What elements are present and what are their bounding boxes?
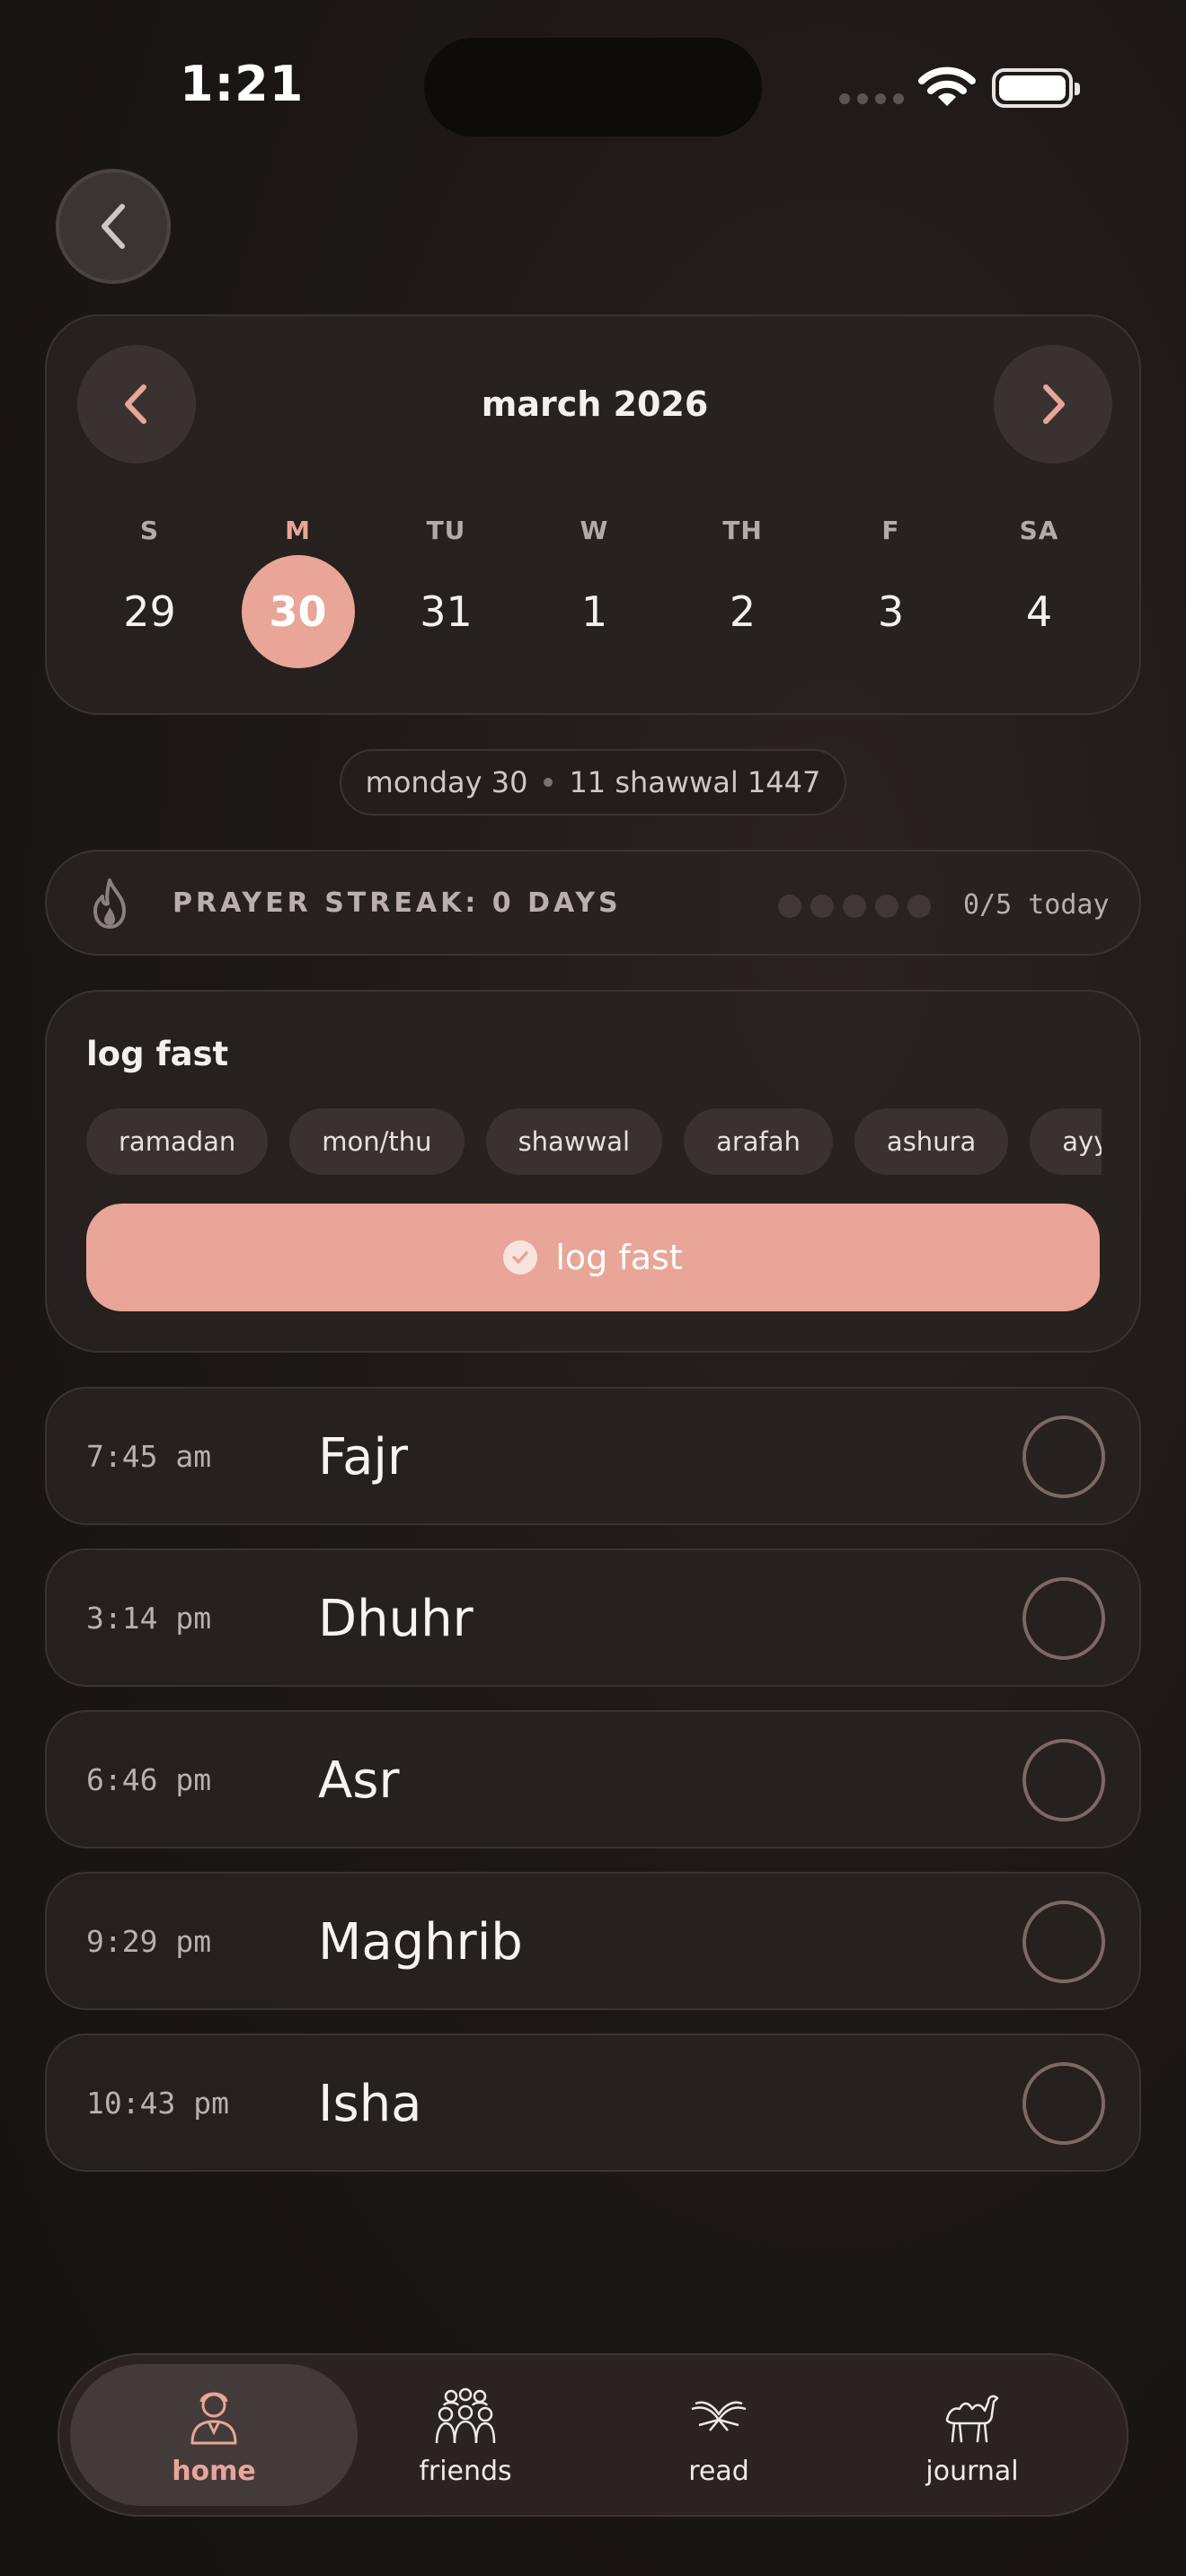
date-cell-selected[interactable]: 30	[224, 555, 372, 668]
weekday-row: S M TU W TH F SA	[47, 516, 1143, 545]
back-button[interactable]	[56, 169, 171, 284]
tab-friends[interactable]: friends	[322, 2364, 609, 2506]
prayer-time: 10:43 pm	[86, 2086, 229, 2121]
streak-count: 0/5 today	[963, 889, 1110, 921]
date-cell[interactable]: 1	[520, 555, 668, 668]
tab-label: friends	[419, 2455, 512, 2487]
wifi-icon	[918, 66, 976, 106]
tab-label: home	[172, 2455, 256, 2487]
cellular-signal-icon	[839, 93, 904, 104]
fast-chip-shawwal[interactable]: shawwal	[485, 1108, 663, 1175]
log-fast-button-label: log fast	[555, 1238, 683, 1277]
tab-home[interactable]: home	[70, 2364, 358, 2506]
prayer-time: 3:14 pm	[86, 1601, 212, 1636]
weekday-label: S	[139, 516, 160, 545]
date-cell[interactable]: 31	[372, 555, 520, 668]
prayer-streak-bar: PRAYER STREAK: 0 DAYS 0/5 today	[45, 850, 1141, 956]
weekday-label: W	[580, 516, 609, 545]
open-book-icon	[691, 2401, 747, 2431]
log-fast-card: log fast ramadan mon/thu shawwal arafah …	[45, 990, 1141, 1353]
weekday-label: F	[881, 516, 900, 545]
prayer-name: Asr	[318, 1751, 400, 1810]
checkmark-icon	[503, 1240, 538, 1275]
status-time: 1:21	[180, 56, 305, 112]
hijri-date: 11 shawwal 1447	[569, 765, 821, 799]
date-row: 29 30 31 1 2 3 4	[47, 555, 1143, 668]
date-cell[interactable]: 29	[75, 555, 224, 668]
weekday-label: TU	[426, 516, 466, 545]
prayer-time: 6:46 pm	[86, 1762, 212, 1797]
fast-chip-ayyam[interactable]: ayy	[1030, 1108, 1102, 1175]
prayer-time: 7:45 am	[86, 1439, 212, 1474]
prayer-check-toggle[interactable]	[1022, 1416, 1105, 1498]
prayer-name: Isha	[318, 2075, 422, 2133]
tab-journal[interactable]: journal	[828, 2364, 1116, 2506]
tab-label: read	[688, 2455, 749, 2487]
fast-chip-arafah[interactable]: arafah	[684, 1108, 833, 1175]
dynamic-island	[424, 38, 762, 137]
prayer-check-toggle[interactable]	[1022, 1901, 1105, 1983]
fast-chip-ramadan[interactable]: ramadan	[86, 1108, 269, 1175]
gregorian-date: monday 30	[365, 765, 528, 799]
prayer-name: Fajr	[318, 1428, 408, 1486]
log-fast-button[interactable]: log fast	[86, 1204, 1100, 1311]
streak-progress-dots	[778, 895, 931, 918]
tab-read[interactable]: read	[575, 2364, 863, 2506]
date-cell[interactable]: 2	[668, 555, 817, 668]
chevron-left-icon	[102, 204, 125, 249]
prayer-name: Dhuhr	[318, 1590, 474, 1648]
prayer-row-fajr: 7:45 am Fajr	[45, 1387, 1141, 1525]
prayer-row-asr: 6:46 pm Asr	[45, 1710, 1141, 1848]
log-fast-title: log fast	[86, 1035, 229, 1073]
weekday-label: SA	[1019, 516, 1059, 545]
weekday-label: TH	[722, 516, 763, 545]
fast-chip-ashura[interactable]: ashura	[854, 1108, 1009, 1175]
month-title: march 2026	[481, 384, 709, 424]
group-icon	[435, 2387, 496, 2443]
tab-label: journal	[925, 2455, 1019, 2487]
prayer-check-toggle[interactable]	[1022, 1577, 1105, 1660]
person-icon	[190, 2392, 237, 2444]
date-cell[interactable]: 3	[817, 555, 965, 668]
fast-type-chips: ramadan mon/thu shawwal arafah ashura ay…	[86, 1108, 1102, 1175]
weekday-label: M	[285, 516, 311, 545]
fast-chip-mon-thu[interactable]: mon/thu	[289, 1108, 465, 1175]
battery-icon	[992, 68, 1080, 108]
camel-icon	[945, 2395, 999, 2442]
chevron-right-icon	[1043, 384, 1065, 424]
streak-label: PRAYER STREAK: 0 DAYS	[173, 887, 622, 919]
prayer-check-toggle[interactable]	[1022, 2062, 1105, 2145]
prayer-row-dhuhr: 3:14 pm Dhuhr	[45, 1548, 1141, 1687]
prayer-name: Maghrib	[318, 1913, 523, 1972]
calendar-card: march 2026 S M TU W TH F SA 29 30 31 1 2…	[45, 314, 1141, 715]
date-cell[interactable]: 4	[965, 555, 1113, 668]
flame-icon	[93, 878, 126, 929]
prayer-check-toggle[interactable]	[1022, 1739, 1105, 1822]
prayer-row-isha: 10:43 pm Isha	[45, 2033, 1141, 2172]
date-info-pill: monday 30 11 shawwal 1447	[340, 749, 846, 816]
separator-dot	[544, 778, 553, 787]
bottom-tab-bar: home friends read journal	[58, 2353, 1128, 2517]
prayer-time: 9:29 pm	[86, 1924, 212, 1959]
next-week-button[interactable]	[994, 345, 1112, 463]
prayer-row-maghrib: 9:29 pm Maghrib	[45, 1872, 1141, 2010]
